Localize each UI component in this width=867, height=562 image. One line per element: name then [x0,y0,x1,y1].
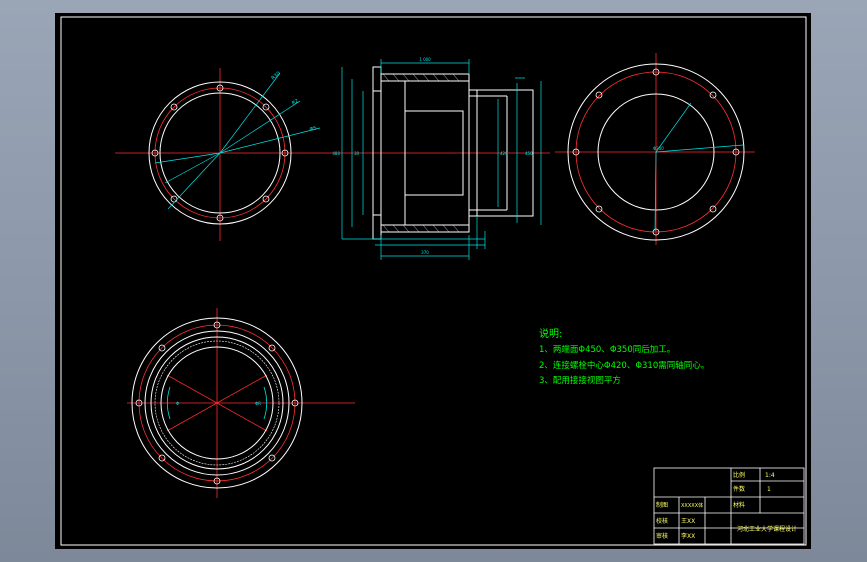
scale-value: 1:4 [765,472,775,479]
dim-height-right: 450 [525,151,533,156]
dim-bottom-arc-right: ΦR [255,401,261,406]
technical-notes: 说明: 1、两端面Φ450、Φ350同后加工。 2、连接螺栓中心Φ420、Φ31… [539,327,709,386]
dim-angle-a: R30 [270,71,281,82]
notes-item-3: 3、配用接接视图平方 [539,375,621,386]
dim-height-mid: 420 [500,151,508,156]
flange-view-bottom: Φ ΦR [127,308,355,498]
approved-value: 李XX [681,532,695,540]
notes-heading: 说明: [539,327,562,340]
dim-angle-b: R2 [291,98,300,107]
checked-value: 王XX [681,518,695,525]
dim-angle-c: Φ5 [309,125,317,133]
checked-label: 校核 [656,517,668,525]
title-block: 比例 1:4 件数 1 材料 制图 XXXXX体 校核 王XX 审核 李XX 河… [653,467,805,545]
dim-top-width: 1 000 [419,57,431,62]
drawing-no: XXXXX体 [681,502,703,509]
approved-label: 审核 [656,532,668,540]
material-label: 材料 [733,501,745,509]
notes-item-2: 2、连接螺栓中心Φ420、Φ310需同轴同心。 [539,360,709,371]
flange-view-top-right: Φ350 [555,53,755,245]
dim-right-center: Φ350 [653,146,664,151]
section-view: 1 000 370 480 30 420 450 [330,57,550,260]
drawing-sheet: R30 R2 Φ5 1 000 370 480 30 420 450 Φ350 … [55,13,811,549]
scale-label: 比例 [733,471,745,479]
sheet-border [60,16,807,546]
drawn-label: 制图 [656,501,668,509]
dim-bottom-width: 370 [421,250,429,255]
dim-height-left: 480 [332,151,340,156]
count-value: 1 [767,486,771,493]
cad-drawing: R30 R2 Φ5 1 000 370 480 30 420 450 Φ350 … [60,16,807,546]
count-label: 件数 [733,485,745,493]
dim-side-label: 30 [354,151,360,156]
notes-item-1: 1、两端面Φ450、Φ350同后加工。 [539,344,675,355]
institution-name: 河北工业大学课程设计 [737,525,797,533]
flange-view-top-left: R30 R2 Φ5 [115,68,330,241]
dim-bottom-arc-left: Φ [176,401,179,406]
